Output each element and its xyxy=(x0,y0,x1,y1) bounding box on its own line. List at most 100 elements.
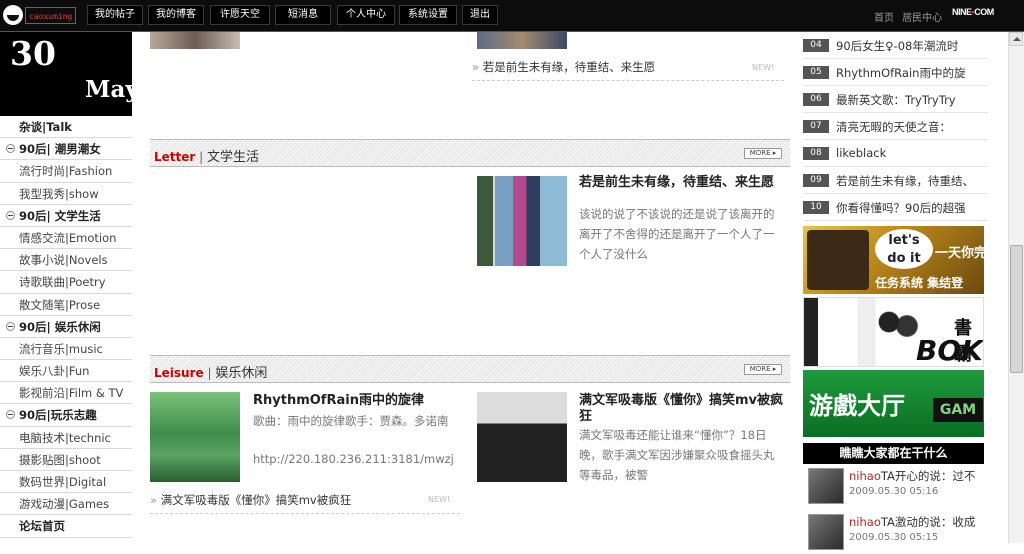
letter-section-header: Letter | 文学生活 MORE ▸ xyxy=(150,139,790,167)
banner-tasks[interactable]: let's do it 一天你完 任务系统 集结登 xyxy=(803,226,984,294)
letter-en: Letter xyxy=(154,150,196,164)
leisure-post1-link[interactable]: 满文军吸毒版《懂你》搞笑mv被疯狂 xyxy=(150,492,352,508)
rank-title[interactable]: 90后女生♀-08年潮流时 xyxy=(836,38,986,54)
sidebar-item[interactable]: 散文随笔|Prose xyxy=(0,294,132,316)
avatar[interactable] xyxy=(808,468,844,504)
leisure-section-title: Leisure | 娱乐休闲 xyxy=(154,362,267,381)
ranking-item[interactable]: 05 RhythmOfRain雨中的旋 xyxy=(803,59,988,86)
leisure-sep: | xyxy=(203,366,216,380)
logout-button[interactable]: 退出 xyxy=(462,5,498,25)
sidebar-nav: 杂谈|Talk 90后| 潮男潮女 流行时尚|Fashion 我型我秀|show 90后… xyxy=(0,116,132,538)
sidebar-item[interactable]: 杂谈|Talk xyxy=(0,116,132,139)
date-display: 30 May xyxy=(0,32,139,116)
ranking-item[interactable]: 09 若是前生未有缘，待重结、 xyxy=(803,167,988,194)
rank-number-badge: 05 xyxy=(803,66,829,79)
feed-user[interactable]: nihao xyxy=(849,515,881,529)
rank-title[interactable]: 最新英文歌：TryTryTry xyxy=(836,92,986,108)
rank-title[interactable]: 清亮无暇的天使之音： xyxy=(836,119,986,135)
rank-number-badge: 09 xyxy=(803,174,829,187)
letter-post-thumb[interactable] xyxy=(477,176,567,266)
top-right-links: 首页 居民中心 xyxy=(874,9,947,24)
leisure-post2-thumb[interactable] xyxy=(477,392,567,482)
rank-title[interactable]: 你看得懂吗？90后的超强 xyxy=(836,200,986,216)
divider xyxy=(472,80,784,81)
sidebar-item[interactable]: 流行音乐|music xyxy=(0,338,132,361)
messages-button[interactable]: 短消息 xyxy=(275,5,331,25)
sidebar-item[interactable]: 游戏动漫|Games xyxy=(0,493,132,516)
leisure-en: Leisure xyxy=(154,366,204,380)
banner1-text1: let's xyxy=(888,233,920,248)
feed-time: 2009.05.30 05:16 xyxy=(849,486,939,497)
top-thumb-left[interactable] xyxy=(150,32,240,49)
rank-title[interactable]: 若是前生未有缘，待重结、 xyxy=(836,173,986,189)
sidebar-item[interactable]: 摄影贴图|shoot xyxy=(0,449,132,471)
sidebar-category[interactable]: 90后| 潮男潮女 xyxy=(0,138,132,161)
banner-games[interactable]: 游戲大厅 GAM xyxy=(803,370,984,437)
leisure-post2-title[interactable]: 满文军吸毒版《懂你》搞笑mv被疯狂 xyxy=(579,393,784,425)
rank-number-badge: 08 xyxy=(803,147,829,160)
my-posts-button[interactable]: 我的帖子 xyxy=(87,5,143,25)
user-center-button[interactable]: 个人中心 xyxy=(337,5,395,25)
letter-post-title[interactable]: 若是前生未有缘，待重结、来生愿 xyxy=(579,175,784,191)
sidebar-item[interactable]: 诗歌联曲|Poetry xyxy=(0,271,132,294)
ranking-item[interactable]: 10 你看得懂吗？90后的超强 xyxy=(803,194,988,221)
banner-books[interactable]: 書霸 BOK xyxy=(803,297,984,367)
sidebar-item[interactable]: 情感交流|Emotion xyxy=(0,227,132,250)
feed-item[interactable]: nihaoTA开心的说：过不 2009.05.30 05:16 xyxy=(808,468,988,508)
brand-name: NINE xyxy=(952,7,972,17)
avatar[interactable] xyxy=(808,514,844,550)
letter-section-title: Letter | 文学生活 xyxy=(154,146,259,165)
sidebar-category[interactable]: 90后| 娱乐休闲 xyxy=(0,316,132,338)
sidebar-item[interactable]: 我型我秀|show xyxy=(0,183,132,205)
leisure-post1-url[interactable]: http://220.180.236.211:3181/mwzj/a xyxy=(253,449,453,469)
feed-user[interactable]: nihao xyxy=(849,469,881,483)
home-link[interactable]: 首页 xyxy=(874,13,894,24)
my-blog-button[interactable]: 我的博客 xyxy=(148,5,204,25)
resident-center-link[interactable]: 居民中心 xyxy=(902,13,942,24)
sidebar-item[interactable]: 娱乐八卦|Fun xyxy=(0,360,132,383)
site-logo-icon[interactable] xyxy=(3,5,23,25)
top-post-link[interactable]: 若是前生未有缘，待重结、来生愿 xyxy=(472,59,656,75)
leisure-post1-title[interactable]: RhythmOfRain雨中的旋律 xyxy=(253,393,463,409)
ranking-item[interactable]: 04 90后女生♀-08年潮流时 xyxy=(803,32,988,59)
banner2-text2: BOK xyxy=(916,334,983,367)
leisure-more-button[interactable]: MORE ▸ xyxy=(744,364,782,375)
ranking-item[interactable]: 06 最新英文歌：TryTryTry xyxy=(803,86,988,113)
top-thumb-right[interactable] xyxy=(477,32,567,49)
sidebar-item[interactable]: 流行时尚|Fashion xyxy=(0,160,132,183)
settings-button[interactable]: 系统设置 xyxy=(399,5,457,25)
username-badge[interactable]: caoxuming xyxy=(25,7,77,24)
letter-cn: 文学生活 xyxy=(207,150,260,165)
rank-title[interactable]: likeblack xyxy=(836,146,986,160)
sidebar-item[interactable]: 影视前沿|Film & TV xyxy=(0,382,132,405)
rank-title[interactable]: RhythmOfRain雨中的旋 xyxy=(836,65,986,81)
rank-number-badge: 04 xyxy=(803,39,829,52)
divider xyxy=(150,513,460,514)
feed-time: 2009.05.30 05:15 xyxy=(849,532,939,543)
feed-action: TA激动的说：收成 xyxy=(880,515,976,529)
sidebar-category[interactable]: 90后| 文学生活 xyxy=(0,205,132,227)
feed-text: nihaoTA开心的说：过不 xyxy=(849,468,989,484)
ranking-item[interactable]: 07 清亮无暇的天使之音： xyxy=(803,113,988,140)
sidebar-item[interactable]: 论坛首页 xyxy=(0,515,132,538)
banner1-text3: 一天你完 xyxy=(935,246,984,261)
leisure-section-header: Leisure | 娱乐休闲 MORE ▸ xyxy=(150,355,790,383)
feed-item[interactable]: nihaoTA激动的说：收成 2009.05.30 05:15 xyxy=(808,514,988,554)
ranking-list: 04 90后女生♀-08年潮流时 05 RhythmOfRain雨中的旋 06 最新英文歌… xyxy=(803,32,988,221)
main-content: 若是前生未有缘，待重结、来生愿 NEW! Letter | 文学生活 MORE … xyxy=(150,32,790,543)
new-tag: NEW! xyxy=(428,495,451,504)
rank-number-badge: 10 xyxy=(803,201,829,214)
brand-logo[interactable]: NINE▪COM xyxy=(952,7,1006,21)
sidebar-category[interactable]: 90后|玩乐志趣 xyxy=(0,404,132,427)
scrollbar-thumb[interactable] xyxy=(1010,245,1023,373)
leisure-post1-thumb[interactable] xyxy=(150,392,240,482)
ranking-item[interactable]: 08 likeblack xyxy=(803,140,988,167)
wish-sky-button[interactable]: 许愿天空 xyxy=(210,5,270,25)
new-tag: NEW! xyxy=(752,63,775,72)
letter-more-button[interactable]: MORE ▸ xyxy=(744,148,782,159)
sidebar-item[interactable]: 数码世界|Digital xyxy=(0,471,132,494)
sidebar-item[interactable]: 电脑技术|technic xyxy=(0,427,132,449)
banner3-text1: 游戲大厅 xyxy=(809,392,905,420)
sidebar-item[interactable]: 故事小说|Novels xyxy=(0,249,132,272)
scroll-up-icon[interactable] xyxy=(1009,32,1023,46)
